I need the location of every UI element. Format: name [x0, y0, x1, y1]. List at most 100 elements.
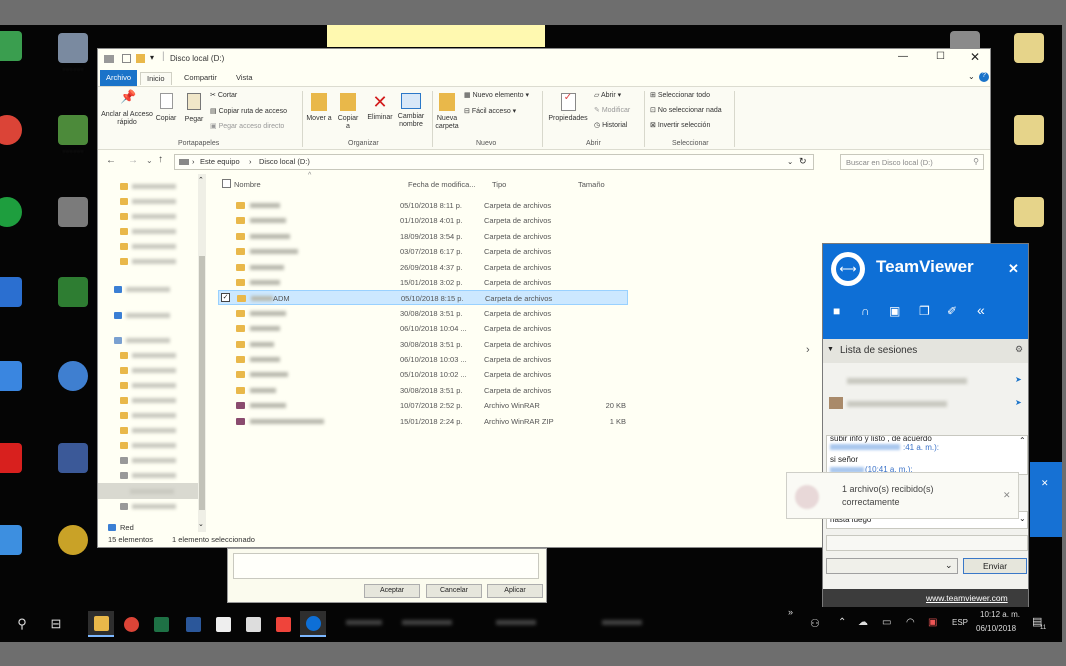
file-row[interactable]: 15/01/2018 2:24 p. Archivo WinRAR ZIP 1 KB: [218, 414, 628, 429]
tab-vista[interactable]: Vista: [230, 72, 259, 85]
nav-item[interactable]: [120, 180, 176, 192]
nav-item[interactable]: [120, 469, 176, 481]
pin-quick-access-button[interactable]: 📌 Anclar al Acceso rápido: [100, 90, 154, 127]
help-icon[interactable]: ?: [979, 72, 989, 82]
collapse-icon[interactable]: «: [977, 302, 985, 318]
apply-button[interactable]: Aplicar: [487, 584, 543, 598]
nav-scrollbar[interactable]: ⌃ ⌄: [198, 174, 206, 532]
refresh-icon[interactable]: ↻: [799, 156, 807, 167]
select-all-button[interactable]: ⊞ Seleccionar todo: [650, 91, 710, 99]
history-button[interactable]: ◷ Historial: [594, 121, 627, 129]
file-row[interactable]: 06/10/2018 10:04 ... Carpeta de archivos: [218, 321, 628, 336]
rename-button[interactable]: Cambiar nombre: [396, 93, 426, 129]
headset-icon[interactable]: ∩: [861, 304, 870, 318]
paste-button[interactable]: Pegar: [182, 93, 206, 124]
chevron-right-icon[interactable]: ›: [806, 344, 810, 356]
taskbar-overflow-icon[interactable]: »: [788, 607, 793, 617]
recent-dropdown-icon[interactable]: ⌄: [146, 156, 153, 165]
session-2-arrow-icon[interactable]: ➤: [1015, 398, 1022, 407]
scroll-up-icon[interactable]: ⌃: [198, 176, 204, 184]
column-size[interactable]: Tamaño: [578, 180, 605, 189]
scroll-down-icon[interactable]: ⌄: [1019, 514, 1026, 523]
chrome-icon[interactable]: [0, 115, 22, 145]
chat-icon[interactable]: ▣: [889, 304, 900, 318]
scroll-up-icon[interactable]: ⌃: [1019, 436, 1026, 445]
taskbar-teamviewer[interactable]: [300, 611, 326, 637]
column-name[interactable]: Nombre: [234, 180, 261, 189]
tab-inicio[interactable]: Inicio: [140, 72, 172, 85]
file-row[interactable]: 10/07/2018 2:52 p. Archivo WinRAR 20 KB: [218, 398, 628, 413]
file-row[interactable]: 30/08/2018 3:51 p. Carpeta de archivos: [218, 383, 628, 398]
desktop-icon-doc[interactable]: [0, 277, 22, 307]
file-row[interactable]: 30/08/2018 3:51 p. Carpeta de archivos: [218, 306, 628, 321]
taskbar-notes[interactable]: [210, 611, 236, 637]
nav-item[interactable]: [120, 394, 176, 406]
nav-scrollbar-thumb[interactable]: [199, 256, 205, 510]
file-row[interactable]: 18/09/2018 3:54 p. Carpeta de archivos: [218, 229, 628, 244]
select-none-button[interactable]: ⊡ No seleccionar nada: [650, 106, 722, 114]
nav-item[interactable]: [120, 225, 176, 237]
file-row[interactable]: 15/01/2018 3:02 p. Carpeta de archivos: [218, 275, 628, 290]
task-view-icon[interactable]: ⊟: [43, 611, 69, 637]
file-row[interactable]: 06/10/2018 10:03 ... Carpeta de archivos: [218, 352, 628, 367]
excel-file-icon[interactable]: [58, 277, 88, 307]
nav-item-this-pc[interactable]: [114, 334, 170, 346]
broom-icon[interactable]: ✐: [947, 304, 957, 318]
desktop-icon-3[interactable]: [58, 197, 88, 227]
file-row[interactable]: 05/10/2018 10:02 ... Carpeta de archivos: [218, 367, 628, 382]
new-item-button[interactable]: ▦ Nuevo elemento ▾: [464, 91, 529, 99]
whatsapp-icon[interactable]: [0, 197, 22, 227]
move-to-button[interactable]: Mover a: [306, 93, 332, 123]
address-dropdown-icon[interactable]: ⌄: [787, 157, 793, 166]
search-icon[interactable]: ⚲: [9, 611, 35, 637]
files-icon[interactable]: ❐: [919, 304, 930, 318]
nav-item[interactable]: [120, 454, 176, 466]
desktop-icon-video[interactable]: [0, 443, 22, 473]
session-1-arrow-icon[interactable]: ➤: [1015, 375, 1022, 384]
taskbar-running-apps[interactable]: [332, 611, 650, 637]
nav-item-onedrive2[interactable]: [114, 309, 170, 321]
forward-icon[interactable]: →: [128, 155, 138, 166]
delete-button[interactable]: ✕ Eliminar: [366, 93, 394, 122]
folder-icon[interactable]: [136, 54, 145, 63]
quick-access-dropdown-icon[interactable]: ▾: [150, 53, 154, 62]
desktop-icon-app3[interactable]: [0, 525, 22, 555]
taskbar-word[interactable]: [180, 611, 206, 637]
file-row[interactable]: 03/07/2018 6:17 p. Carpeta de archivos: [218, 244, 628, 259]
nav-item[interactable]: [120, 364, 176, 376]
back-icon[interactable]: ←: [106, 155, 116, 166]
row-checkbox[interactable]: ✓: [221, 293, 230, 303]
cloud-tray-icon[interactable]: ☁: [858, 617, 868, 628]
nav-item[interactable]: [120, 349, 176, 361]
nav-item[interactable]: [120, 255, 176, 267]
column-type[interactable]: Tipo: [492, 180, 506, 189]
cut-button[interactable]: ✂ Cortar: [210, 91, 237, 99]
clock-date[interactable]: 06/10/2018: [976, 624, 1016, 633]
paste-shortcut-button[interactable]: ▣ Pegar acceso directo: [210, 122, 284, 130]
desktop-icon-right3[interactable]: [1014, 197, 1044, 227]
nav-item-selected-drive[interactable]: [98, 483, 202, 499]
desktop-icon-5[interactable]: [58, 525, 88, 555]
file-row[interactable]: 30/08/2018 3:51 p. Carpeta de archivos: [218, 337, 628, 352]
settings-icon[interactable]: ⚙: [1015, 344, 1023, 355]
nav-item[interactable]: [120, 210, 176, 222]
clock-time[interactable]: 10:12 a. m.: [980, 610, 1020, 619]
teamviewer-website-link[interactable]: www.teamviewer.com: [926, 593, 1008, 603]
antivirus-icon[interactable]: ▣: [928, 617, 937, 628]
desktop-icon-app[interactable]: [0, 31, 22, 61]
file-row[interactable]: 26/09/2018 4:37 p. Carpeta de archivos: [218, 260, 628, 275]
battery-icon[interactable]: ▭: [882, 617, 891, 628]
tab-compartir[interactable]: Compartir: [178, 72, 223, 85]
nav-item[interactable]: [120, 409, 176, 421]
video-icon[interactable]: ■: [833, 304, 840, 318]
facebook-icon[interactable]: [58, 443, 88, 473]
check-icon[interactable]: [122, 54, 131, 63]
notification-close-button[interactable]: ✕: [1003, 490, 1011, 501]
ribbon-collapse-icon[interactable]: ⌄: [968, 72, 975, 81]
file-received-notification[interactable]: 1 archivo(s) recibido(s) correctamente ✕: [786, 472, 1019, 519]
file-row[interactable]: 05/10/2018 8:11 p. Carpeta de archivos: [218, 198, 628, 213]
chat-input[interactable]: [826, 535, 1028, 551]
breadcrumb-disco-local[interactable]: Disco local (D:): [259, 157, 310, 166]
sticky-note[interactable]: [327, 25, 545, 47]
desktop-icon-1[interactable]: [58, 33, 88, 63]
